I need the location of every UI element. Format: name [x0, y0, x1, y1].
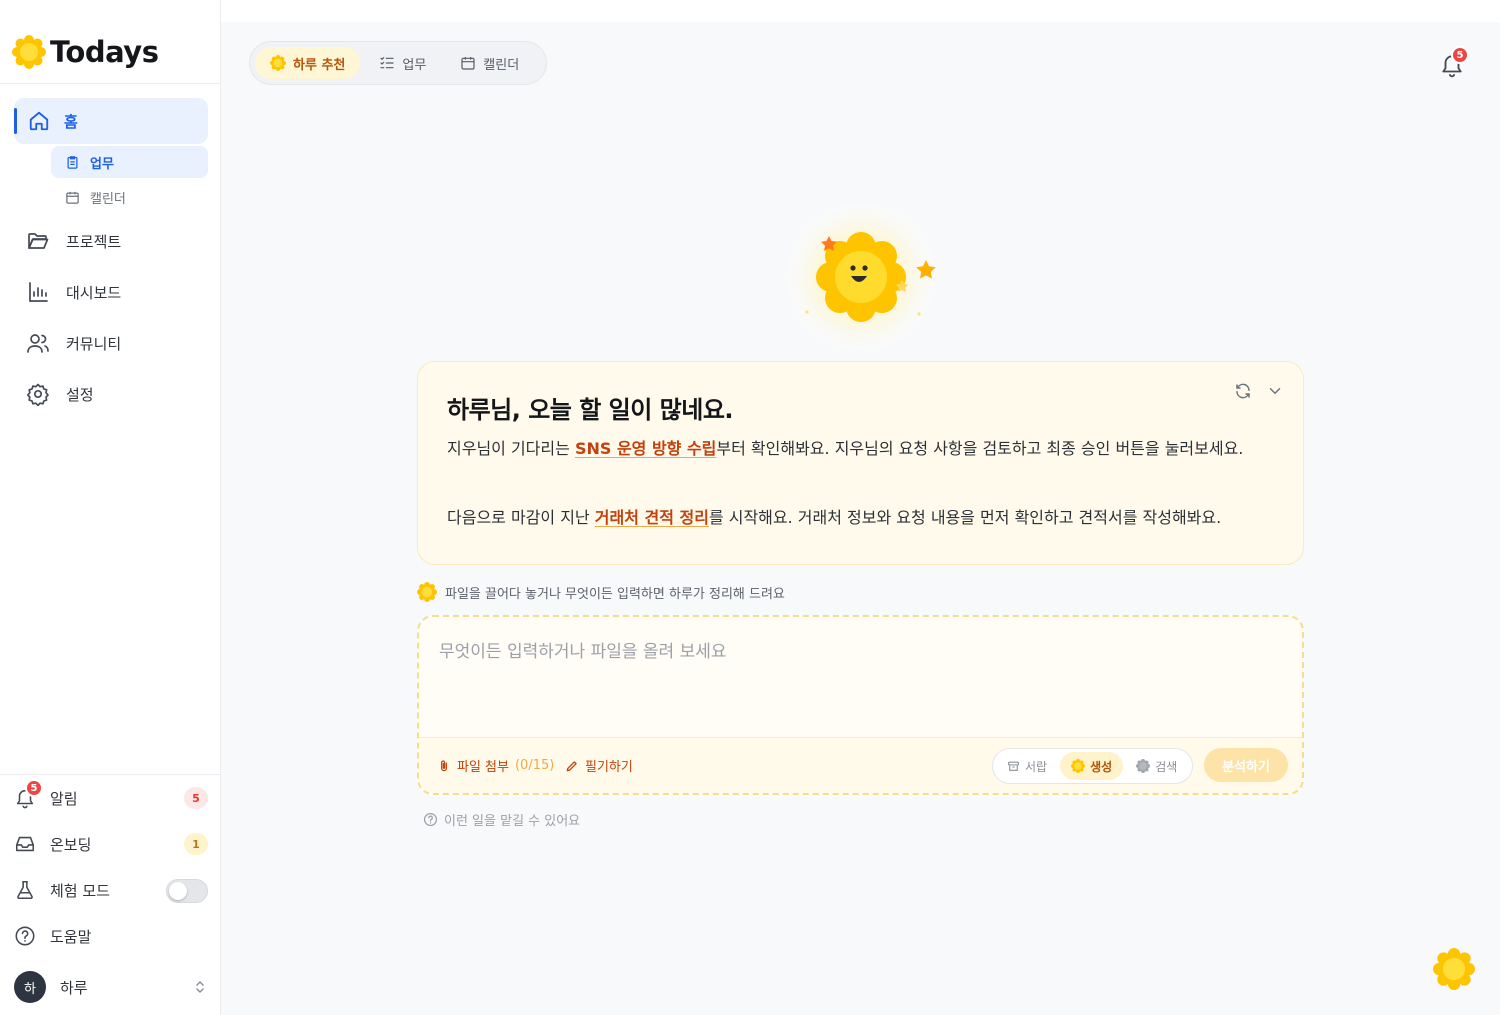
attach-count: (0/15)	[514, 758, 555, 773]
sidebar-subitem-tasks[interactable]: 업무	[51, 146, 208, 178]
sidebar-onboarding[interactable]: 온보딩 1	[14, 829, 208, 859]
sidebar-subitem-label: 캘린더	[90, 191, 126, 207]
view-tabs: 하루 추천 업무 캘린더	[249, 41, 547, 85]
sidebar-subitem-calendar[interactable]: 캘린더	[51, 181, 208, 213]
sun-icon	[1071, 759, 1086, 773]
tab-label: 하루 추천	[293, 57, 346, 73]
mode-label: 서랍	[1025, 759, 1048, 774]
tab-label: 캘린더	[483, 57, 520, 73]
sidebar-divider	[0, 774, 220, 775]
composer-hint: 파일을 끌어다 놓거나 무엇이든 입력하면 하루가 정리해 드려요	[417, 582, 785, 602]
sidebar-item-settings[interactable]: 설정	[26, 379, 94, 409]
daily-summary-card: 하루님, 오늘 할 일이 많네요. 지우님이 기다리는 SNS 운영 방향 수립…	[417, 361, 1304, 565]
tab-calendar[interactable]: 캘린더	[445, 47, 534, 79]
handwriting-button[interactable]: 필기하기	[565, 756, 633, 775]
card-paragraph: 지우님이 기다리는 SNS 운영 방향 수립부터 확인해봐요. 지우님의 요청 …	[447, 439, 1244, 458]
archive-icon	[1008, 761, 1019, 771]
composer-toolbar: 파일 첨부 (0/15) 필기하기 서랍 생성 검색 분석하기	[419, 737, 1302, 793]
avatar: 하	[14, 971, 46, 1003]
app-logo[interactable]: Todays	[12, 32, 159, 72]
tab-recommend[interactable]: 하루 추천	[255, 47, 361, 79]
sidebar-help[interactable]: 도움말	[14, 921, 208, 951]
help-circle-icon	[423, 812, 438, 827]
sidebar-item-community[interactable]: 커뮤니티	[26, 328, 121, 358]
notification-count-badge: 5	[184, 787, 208, 809]
refresh-icon[interactable]	[1234, 382, 1252, 400]
task-link-sns[interactable]: SNS 운영 방향 수립	[575, 439, 716, 458]
home-icon	[29, 111, 49, 131]
card-title: 하루님, 오늘 할 일이 많네요.	[447, 396, 734, 424]
notification-dot-badge: 5	[25, 779, 43, 797]
sidebar: Todays 홈 업무 캘린더 프로젝트 대시보드 커뮤니티 설정 5 알림 5	[0, 0, 221, 1015]
analyze-button[interactable]: 분석하기	[1204, 748, 1288, 782]
user-profile-menu[interactable]: 하 하루	[14, 971, 208, 1003]
calendar-icon	[66, 191, 79, 204]
sidebar-item-label: 커뮤니티	[66, 334, 122, 353]
gear-icon	[26, 383, 49, 406]
paperclip-icon	[441, 759, 447, 771]
sidebar-item-label: 온보딩	[50, 835, 92, 854]
active-indicator	[14, 108, 17, 134]
tab-label: 업무	[402, 57, 427, 73]
onboarding-count-badge: 1	[184, 833, 208, 855]
sidebar-item-label: 대시보드	[66, 283, 122, 302]
user-name: 하루	[60, 978, 88, 997]
sidebar-subitem-label: 업무	[90, 156, 114, 172]
capabilities-label: 이런 일을 맡길 수 있어요	[444, 814, 581, 829]
task-link-quote[interactable]: 거래처 견적 정리	[595, 508, 709, 527]
capabilities-link[interactable]: 이런 일을 맡길 수 있어요	[423, 810, 580, 829]
app-name: Todays	[50, 35, 159, 69]
sidebar-item-label: 알림	[50, 789, 78, 808]
chevron-down-icon[interactable]	[1266, 382, 1284, 400]
composer-input[interactable]	[439, 637, 1279, 667]
card-paragraph: 다음으로 마감이 지난 거래처 견적 정리를 시작해요. 거래처 정보와 요청 …	[447, 508, 1222, 527]
flask-icon	[17, 880, 33, 900]
sidebar-item-dashboard[interactable]: 대시보드	[26, 277, 121, 307]
mode-drawer[interactable]: 서랍	[996, 752, 1058, 780]
composer-dropzone[interactable]: 파일 첨부 (0/15) 필기하기 서랍 생성	[417, 615, 1304, 795]
sidebar-item-label: 도움말	[50, 927, 92, 946]
sidebar-item-label: 설정	[66, 385, 94, 404]
bar-chart-icon	[29, 282, 48, 302]
sidebar-item-home[interactable]: 홈	[14, 98, 208, 144]
sun-mascot-illustration	[781, 202, 941, 357]
users-icon	[27, 334, 49, 353]
sun-icon	[417, 582, 437, 602]
sun-logo-icon	[12, 35, 46, 69]
mode-generate[interactable]: 생성	[1060, 752, 1124, 780]
trial-mode-toggle[interactable]	[166, 879, 208, 903]
pencil-icon	[566, 760, 577, 771]
toggle-knob	[169, 882, 187, 900]
mode-label: 생성	[1090, 759, 1113, 774]
sidebar-item-label: 프로젝트	[66, 232, 122, 251]
attach-file-button[interactable]: 파일 첨부 (0/15)	[437, 756, 554, 775]
sun-gray-icon	[1136, 759, 1151, 773]
notifications-button[interactable]: 5	[1439, 46, 1469, 78]
folder-icon	[28, 233, 49, 249]
mode-selector: 서랍 생성 검색	[992, 748, 1193, 784]
sidebar-item-label: 체험 모드	[50, 881, 110, 900]
tab-tasks[interactable]: 업무	[364, 47, 441, 79]
sidebar-item-label: 홈	[64, 112, 78, 131]
sun-icon	[270, 55, 286, 71]
inbox-icon	[15, 836, 35, 852]
help-circle-icon	[15, 926, 35, 946]
sidebar-trial-mode: 체험 모드	[14, 875, 208, 905]
attach-label: 파일 첨부	[457, 760, 509, 775]
hint-text: 파일을 끌어다 놓거나 무엇이든 입력하면 하루가 정리해 드려요	[445, 586, 785, 602]
calendar-icon	[461, 57, 475, 70]
main-content: 하루 추천 업무 캘린더 5 하루님, 오늘 할 일이 많네요. 지우님이 기다…	[221, 22, 1500, 1015]
sidebar-item-projects[interactable]: 프로젝트	[26, 226, 121, 256]
sidebar-divider	[0, 83, 220, 84]
mode-search[interactable]: 검색	[1125, 752, 1188, 780]
notification-dot-badge: 5	[1451, 46, 1469, 64]
chevron-updown-icon	[196, 980, 204, 994]
mode-label: 검색	[1155, 759, 1178, 774]
sun-assistant-fab-icon[interactable]	[1433, 948, 1475, 990]
checklist-icon	[380, 57, 394, 69]
clipboard-icon	[67, 155, 78, 169]
handwriting-label: 필기하기	[585, 760, 633, 775]
sidebar-notifications[interactable]: 5 알림 5	[14, 779, 208, 813]
